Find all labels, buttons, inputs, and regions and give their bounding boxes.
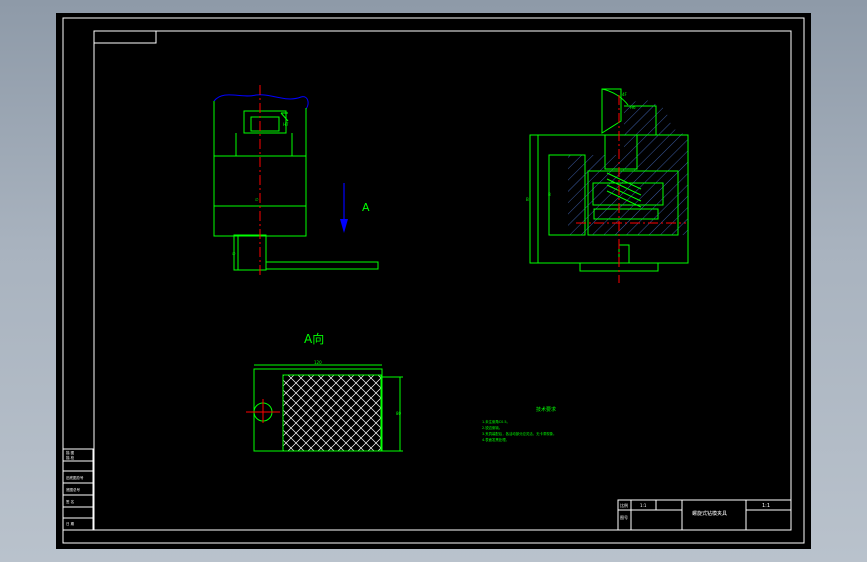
svg-text:∅: ∅ [232,251,236,256]
side-cell: 底图总号 [66,487,80,492]
note-line: 4.表面发黑处理。 [482,437,509,442]
svg-text:80: 80 [396,411,402,416]
cad-viewport[interactable]: H7 ∅ ∅ A B B 4F H6 A向 120 80 技术要求 1.未注倒角… [56,13,811,549]
sheet-outer-border [62,17,805,544]
drawing-canvas: H7 ∅ ∅ A B B 4F H6 A向 120 80 技术要求 1.未注倒角… [62,17,805,544]
title-cell: 图号 [620,514,628,520]
reverse-code-box [93,30,157,44]
drawing-title: 螺旋式钻模夹具 [692,510,727,517]
side-cell: 描 图 [66,450,75,455]
technical-notes: 技术要求 1.未注倒角C0.5。 2.锐边倒钝。 3.夹具装配后，各活动部分应灵… [482,406,556,442]
front-view: H7 ∅ ∅ [213,94,379,271]
svg-text:B: B [526,197,529,202]
view-a-caption: A向 [304,331,324,346]
svg-text:4F: 4F [622,92,628,97]
svg-text:H7: H7 [283,122,289,127]
note-line: 2.锐边倒钝。 [482,425,502,430]
side-table: 描 图 描 校 旧底图总号 底图总号 签 名 日 期 [62,448,94,531]
view-a-label: A [362,201,370,214]
svg-text:120: 120 [314,360,322,365]
svg-text:B: B [548,192,551,197]
svg-text:H6: H6 [630,105,636,110]
notes-title: 技术要求 [536,406,556,413]
title-block: 比例 1:1 图号 螺旋式钻模夹具 1:1 [617,499,792,531]
view-a-arrow: A [340,183,370,233]
sheet-inner-border [93,30,792,531]
section-view: B B 4F H6 [526,88,689,283]
side-cell: 签 名 [66,499,74,504]
drawing-scale: 1:1 [762,503,770,509]
side-cell: 日 期 [66,521,75,526]
side-cell: 描 校 [66,455,75,460]
title-cell: 1:1 [640,503,647,508]
svg-text:∅: ∅ [255,197,259,202]
side-cell: 旧底图总号 [66,475,84,480]
note-line: 3.夹具装配后，各活动部分应灵活，无卡滞现象。 [482,431,556,436]
title-cell: 比例 [620,502,628,508]
note-line: 1.未注倒角C0.5。 [482,419,510,424]
view-a-plan: 120 80 [253,360,403,452]
